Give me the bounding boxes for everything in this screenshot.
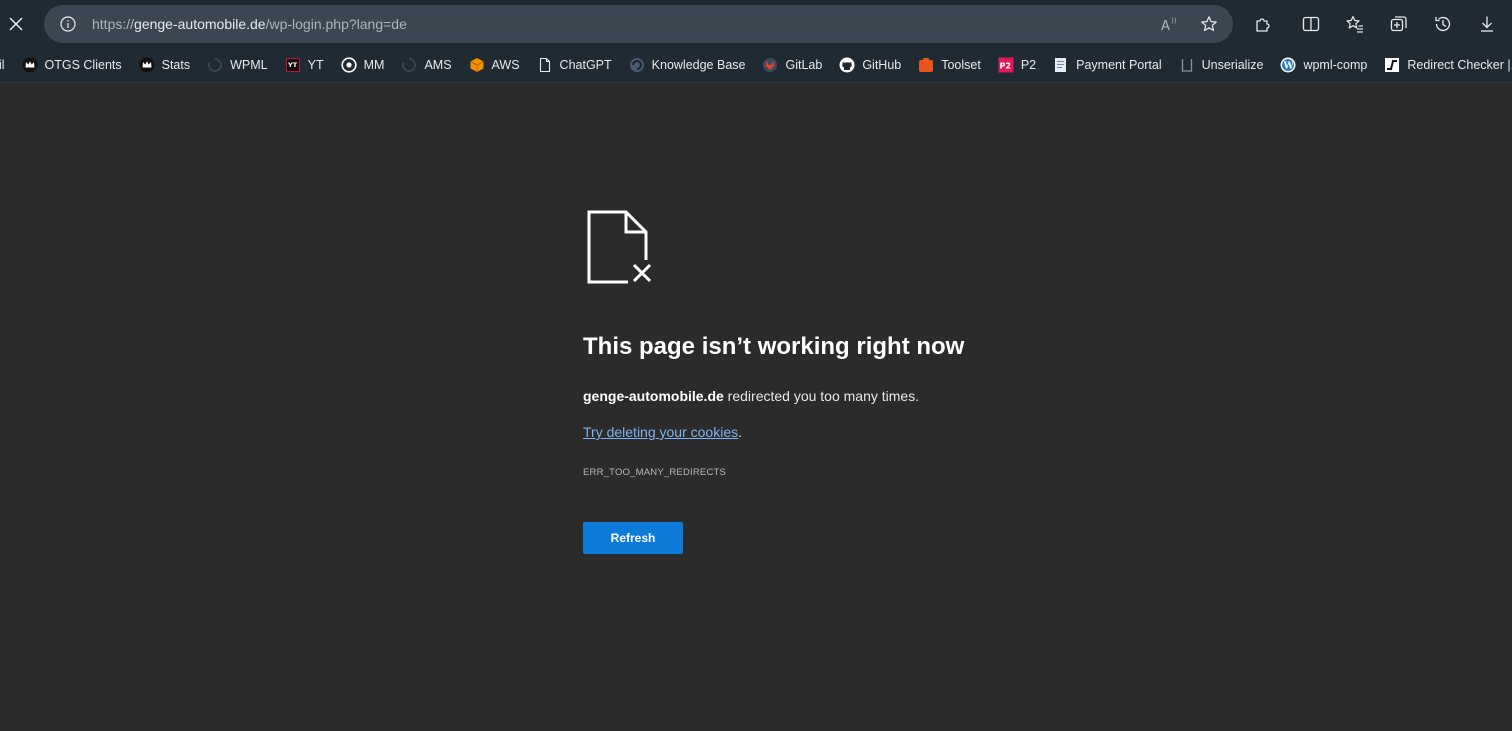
suggestion-period: . bbox=[738, 424, 742, 440]
svg-text:A: A bbox=[1161, 19, 1170, 33]
svg-text:P2: P2 bbox=[999, 62, 1010, 71]
url-scheme: https:// bbox=[92, 16, 135, 32]
bookmark-label: WPML bbox=[230, 58, 268, 72]
bookmark-item[interactable]: GitLab bbox=[762, 52, 822, 78]
bookmark-label: GitHub bbox=[862, 58, 902, 72]
stop-loading-button[interactable] bbox=[4, 12, 28, 36]
split-screen-icon[interactable] bbox=[1301, 14, 1321, 34]
bookmark-item[interactable]: OTGS Clients bbox=[22, 52, 122, 78]
doc-icon bbox=[1053, 57, 1069, 73]
bookmark-item[interactable]: ChatGPT bbox=[537, 52, 612, 78]
error-message: genge-automobile.de redirected you too m… bbox=[583, 388, 919, 404]
error-message-text: redirected you too many times. bbox=[723, 388, 920, 404]
bookmark-label: wpml-comp bbox=[1303, 58, 1368, 72]
bookmark-label: GitLab bbox=[785, 58, 823, 72]
downloads-icon[interactable] bbox=[1477, 14, 1497, 34]
p2-icon: P2 bbox=[998, 57, 1014, 73]
crown-icon bbox=[139, 57, 155, 73]
refresh-button[interactable]: Refresh bbox=[583, 522, 683, 554]
wpml-icon bbox=[207, 57, 223, 73]
bookmark-item[interactable]: Unserialize bbox=[1179, 52, 1264, 78]
mm-icon bbox=[341, 57, 357, 73]
close-icon bbox=[9, 17, 23, 31]
error-suggestion: Try deleting your cookies. bbox=[583, 424, 742, 440]
page-icon bbox=[537, 57, 553, 73]
kb-icon bbox=[629, 57, 645, 73]
extensions-icon[interactable] bbox=[1253, 14, 1273, 34]
svg-text:W: W bbox=[1283, 62, 1295, 72]
svg-text:)): )) bbox=[1171, 17, 1177, 25]
svg-text:YT: YT bbox=[287, 61, 298, 69]
wpml-icon bbox=[401, 57, 417, 73]
site-info-icon[interactable] bbox=[60, 16, 76, 32]
bookmark-item[interactable]: MM bbox=[341, 52, 385, 78]
bookmark-label: Unserialize bbox=[1201, 58, 1264, 72]
collections-icon[interactable] bbox=[1389, 14, 1409, 34]
bookmark-label: Stats bbox=[161, 58, 191, 72]
bookmark-label: OTGS Clients bbox=[44, 58, 122, 72]
favorites-icon[interactable] bbox=[1345, 14, 1365, 34]
bookmark-item[interactable]: AMS bbox=[401, 52, 452, 78]
bookmark-item[interactable]: Knowledge Base bbox=[629, 52, 746, 78]
bookmark-label: Payment Portal bbox=[1076, 58, 1162, 72]
url-path: /wp-login.php?lang=de bbox=[265, 16, 407, 32]
bookmark-item[interactable]: WPML bbox=[207, 52, 268, 78]
gitlab-icon bbox=[762, 57, 778, 73]
bookmark-item[interactable]: Stats bbox=[139, 52, 191, 78]
bookmark-item[interactable]: Toolset bbox=[918, 52, 981, 78]
browser-toolbar: https://genge-automobile.de/wp-login.php… bbox=[0, 0, 1512, 48]
bookmarks-bar: ail OTGS Clients Stats WPML YT YT MM AMS AWS Chat… bbox=[0, 48, 1512, 82]
yt-icon: YT bbox=[285, 57, 301, 73]
bookmark-label: AMS bbox=[424, 58, 452, 72]
bookmark-label: Toolset bbox=[941, 58, 981, 72]
bookmarks-list: ail OTGS Clients Stats WPML YT YT MM AMS AWS Chat… bbox=[0, 48, 1512, 82]
crown-icon bbox=[22, 57, 38, 73]
bookmark-label: MM bbox=[363, 58, 385, 72]
toolset-icon bbox=[918, 57, 934, 73]
bookmark-label: Knowledge Base bbox=[651, 58, 746, 72]
delete-cookies-link[interactable]: Try deleting your cookies bbox=[583, 424, 738, 440]
bookmark-label: AWS bbox=[491, 58, 520, 72]
broken-page-icon bbox=[587, 210, 654, 284]
bookmark-label: ail bbox=[0, 58, 5, 72]
bookmark-item[interactable]: Redirect Checker |... bbox=[1384, 52, 1512, 78]
bookmark-item[interactable]: AWS bbox=[469, 52, 520, 78]
unserialize-icon bbox=[1179, 57, 1195, 73]
bookmark-label: YT bbox=[307, 58, 324, 72]
bookmark-item[interactable]: P2 P2 bbox=[998, 52, 1036, 78]
bookmark-label: ChatGPT bbox=[559, 58, 612, 72]
aws-cube-icon bbox=[469, 57, 485, 73]
github-icon bbox=[839, 57, 855, 73]
bookmark-item[interactable]: ail bbox=[0, 52, 5, 78]
error-title: This page isn’t working right now bbox=[583, 333, 965, 360]
bookmark-label: Redirect Checker |... bbox=[1407, 58, 1512, 72]
favorite-star-icon[interactable] bbox=[1200, 15, 1218, 33]
history-icon[interactable] bbox=[1433, 14, 1453, 34]
address-bar[interactable]: https://genge-automobile.de/wp-login.php… bbox=[44, 5, 1233, 43]
toolbar-divider bbox=[0, 82, 1512, 83]
bookmark-label: P2 bbox=[1020, 58, 1037, 72]
redirect-icon bbox=[1384, 57, 1400, 73]
read-aloud-icon[interactable]: A )) bbox=[1160, 15, 1178, 33]
bookmark-item[interactable]: GitHub bbox=[839, 52, 901, 78]
url-host: genge-automobile.de bbox=[134, 16, 266, 32]
bookmark-item[interactable]: Payment Portal bbox=[1053, 52, 1162, 78]
error-code: ERR_TOO_MANY_REDIRECTS bbox=[583, 467, 727, 478]
url-text[interactable]: https://genge-automobile.de/wp-login.php… bbox=[92, 5, 407, 43]
bookmark-item[interactable]: YT YT bbox=[285, 52, 324, 78]
wordpress-icon: W bbox=[1280, 57, 1296, 73]
bookmark-item[interactable]: Wwpml-comp bbox=[1280, 52, 1367, 78]
error-host: genge-automobile.de bbox=[583, 388, 724, 404]
